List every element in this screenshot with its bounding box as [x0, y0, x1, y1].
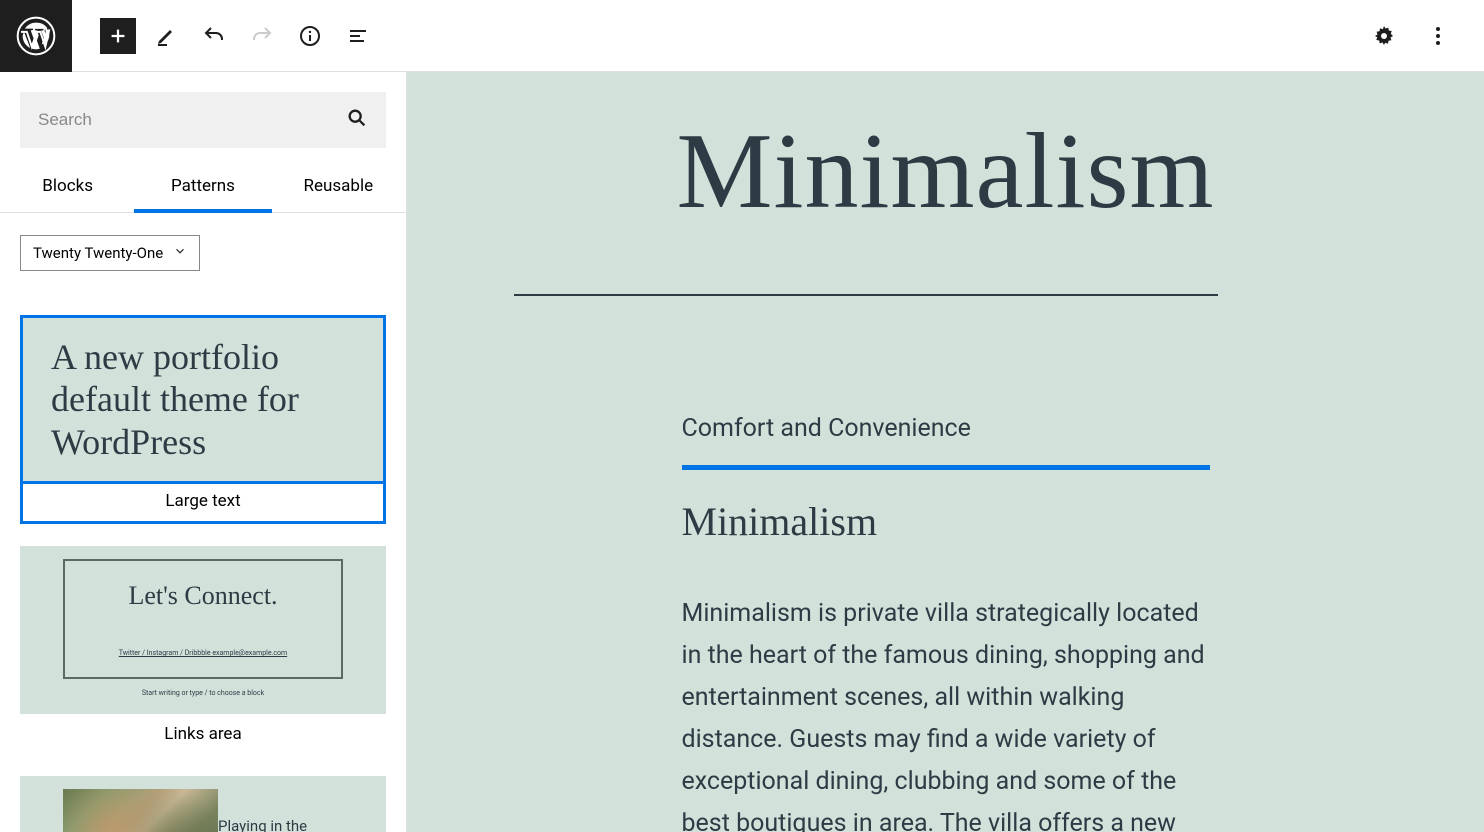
add-block-button[interactable]: [100, 18, 136, 54]
main-area: Blocks Patterns Reusable Twenty Twenty-O…: [0, 72, 1484, 832]
inserter-tabs: Blocks Patterns Reusable: [0, 162, 406, 213]
pattern-label: Large text: [20, 481, 386, 524]
toolbar-right: [1366, 18, 1484, 54]
divider-blue: [682, 465, 1210, 470]
tab-patterns[interactable]: Patterns: [135, 162, 270, 212]
pattern-preview-text: Playing in the Sand: [218, 789, 343, 832]
theme-select-label: Twenty Twenty-One: [33, 244, 163, 262]
pattern-preview-links: Twitter / Instagram / Dribbble example@e…: [75, 649, 331, 657]
edit-button[interactable]: [148, 18, 184, 54]
settings-button[interactable]: [1366, 18, 1402, 54]
pattern-card-links-area[interactable]: Let's Connect. Twitter / Instagram / Dri…: [20, 546, 386, 754]
search-box[interactable]: [20, 92, 386, 148]
tab-blocks[interactable]: Blocks: [0, 162, 135, 212]
pattern-card-large-text[interactable]: A new portfolio default theme for WordPr…: [20, 315, 386, 524]
pattern-preview-caption: Start writing or type / to choose a bloc…: [63, 689, 343, 697]
pattern-preview: Playing in the Sand: [20, 776, 386, 832]
pattern-preview-text: A new portfolio default theme for WordPr…: [51, 336, 355, 463]
info-button[interactable]: [292, 18, 328, 54]
content-section: Comfort and Convenience Minimalism Minim…: [514, 414, 1378, 832]
pattern-preview-title: Let's Connect.: [75, 581, 331, 611]
pattern-preview: Let's Connect. Twitter / Instagram / Dri…: [20, 546, 386, 714]
more-options-button[interactable]: [1420, 18, 1456, 54]
section-title[interactable]: Minimalism: [682, 498, 1210, 545]
pattern-card-media-text[interactable]: Playing in the Sand: [20, 776, 386, 832]
chevron-down-icon: [163, 244, 187, 262]
undo-button[interactable]: [196, 18, 232, 54]
theme-category-select[interactable]: Twenty Twenty-One: [20, 235, 200, 271]
inserter-sidebar: Blocks Patterns Reusable Twenty Twenty-O…: [0, 72, 407, 832]
pattern-preview-image: [63, 789, 218, 832]
redo-button[interactable]: [244, 18, 280, 54]
top-toolbar: [0, 0, 1484, 72]
toolbar-left: [72, 18, 376, 54]
pattern-label: Links area: [20, 714, 386, 754]
list-view-button[interactable]: [340, 18, 376, 54]
search-icon: [346, 107, 368, 133]
hero-title[interactable]: Minimalism: [407, 72, 1484, 234]
section-subtitle[interactable]: Comfort and Convenience: [682, 414, 1210, 443]
pattern-preview: A new portfolio default theme for WordPr…: [20, 315, 386, 484]
search-input[interactable]: [38, 110, 346, 130]
divider-dark: [514, 294, 1218, 296]
section-body[interactable]: Minimalism is private villa strategicall…: [682, 593, 1210, 832]
tab-reusable[interactable]: Reusable: [271, 162, 406, 212]
wordpress-logo[interactable]: [0, 0, 72, 72]
editor-canvas[interactable]: Minimalism Comfort and Convenience Minim…: [407, 72, 1484, 832]
pattern-list: A new portfolio default theme for WordPr…: [20, 315, 386, 832]
